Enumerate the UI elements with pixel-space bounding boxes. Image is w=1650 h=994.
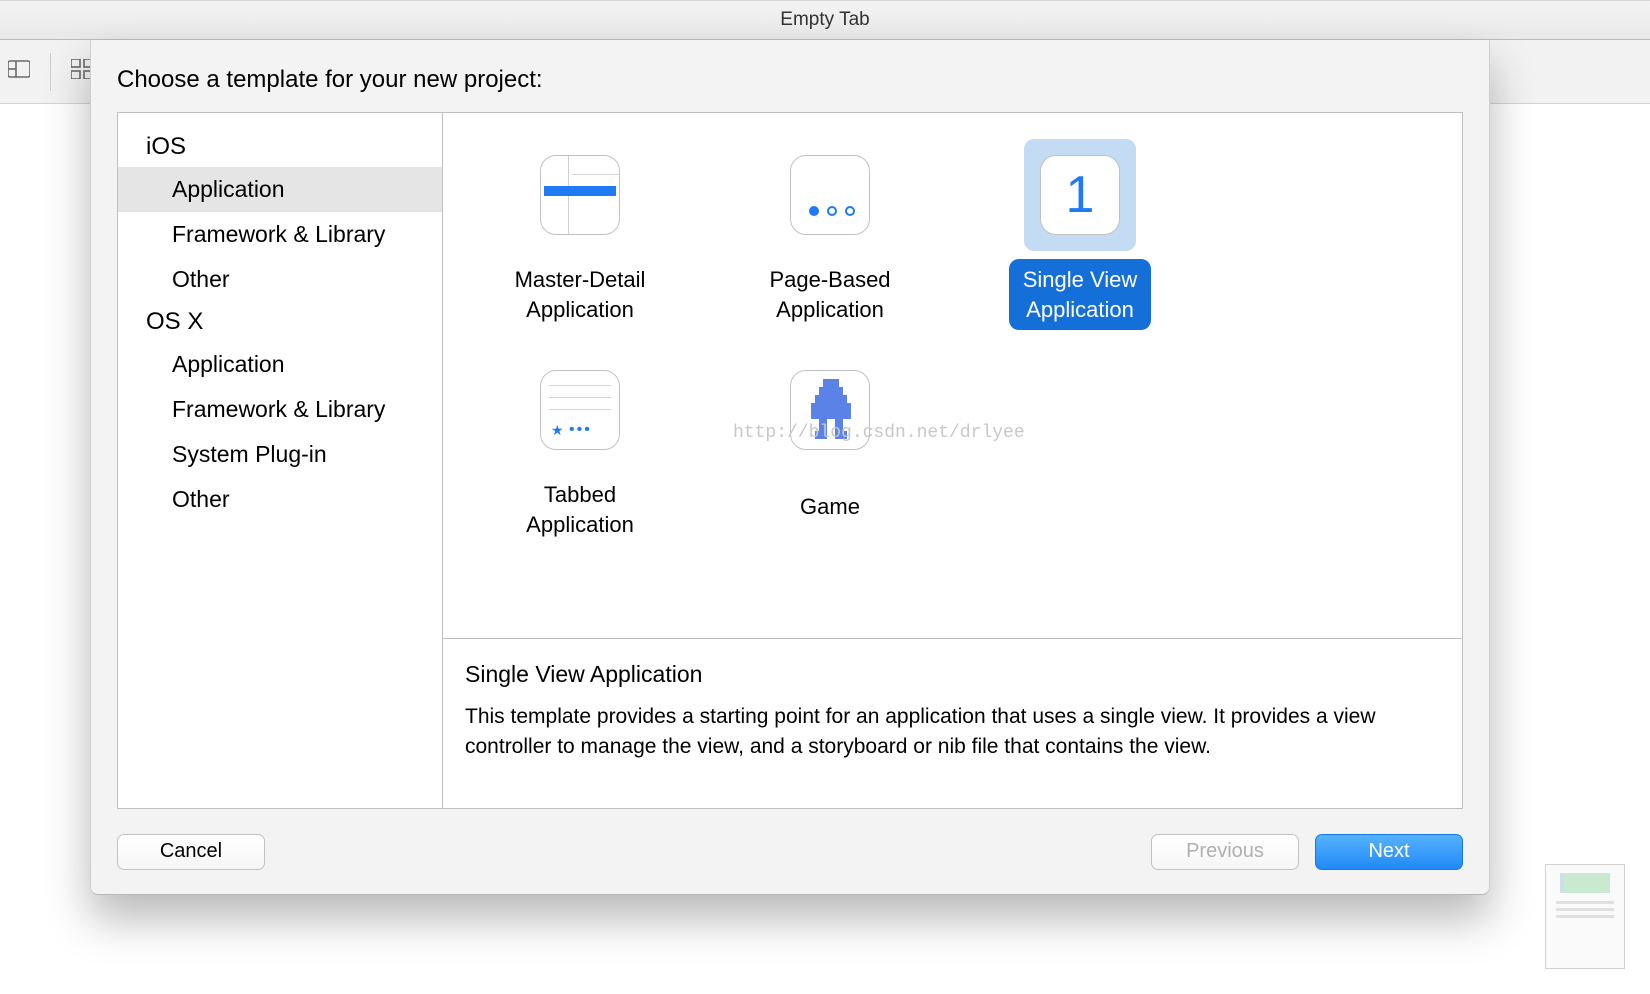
title-bar: Empty Tab xyxy=(0,0,1650,40)
template-single-view[interactable]: 1 Single ViewApplication xyxy=(965,139,1195,330)
template-label: Page-BasedApplication xyxy=(755,259,904,330)
template-description: Single View Application This template pr… xyxy=(443,638,1462,808)
template-page-based[interactable]: Page-BasedApplication xyxy=(715,139,945,330)
game-icon xyxy=(790,370,870,450)
tabbed-icon: ★••• xyxy=(540,370,620,450)
template-label: TabbedApplication xyxy=(512,474,648,545)
category-header-ios: iOS xyxy=(118,127,442,167)
template-master-detail[interactable]: Master-DetailApplication xyxy=(465,139,695,330)
window-title: Empty Tab xyxy=(780,9,869,31)
template-tabbed[interactable]: ★••• TabbedApplication xyxy=(465,354,695,545)
sidebar-item-osx-other[interactable]: Other xyxy=(118,477,442,522)
template-label: Single ViewApplication xyxy=(1009,259,1152,330)
master-detail-icon xyxy=(540,155,620,235)
new-project-sheet: Choose a template for your new project: … xyxy=(90,40,1490,895)
background-thumbnail xyxy=(1545,864,1625,969)
cancel-button[interactable]: Cancel xyxy=(117,834,265,870)
sidebar-item-osx-framework[interactable]: Framework & Library xyxy=(118,387,442,432)
panel-icon xyxy=(8,59,30,85)
template-icon-wrap: ★••• xyxy=(524,354,636,466)
description-body: This template provides a starting point … xyxy=(465,702,1440,763)
previous-button[interactable]: Previous xyxy=(1151,834,1299,870)
page-based-icon xyxy=(790,155,870,235)
sidebar-item-osx-application[interactable]: Application xyxy=(118,342,442,387)
template-icon-wrap xyxy=(524,139,636,251)
sidebar-item-ios-other[interactable]: Other xyxy=(118,257,442,302)
next-button[interactable]: Next xyxy=(1315,834,1463,870)
sidebar-item-ios-application[interactable]: Application xyxy=(118,167,442,212)
category-header-osx: OS X xyxy=(118,302,442,342)
description-title: Single View Application xyxy=(465,661,1440,688)
template-icon-wrap xyxy=(774,139,886,251)
template-icon-wrap: 1 xyxy=(1024,139,1136,251)
templates-grid: Master-DetailApplication Page-BasedAppli… xyxy=(443,113,1462,638)
template-panel: iOS Application Framework & Library Othe… xyxy=(117,112,1463,809)
sidebar-item-ios-framework[interactable]: Framework & Library xyxy=(118,212,442,257)
template-game[interactable]: Game xyxy=(715,354,945,545)
category-sidebar: iOS Application Framework & Library Othe… xyxy=(118,113,443,808)
divider xyxy=(50,53,51,91)
right-panel: Master-DetailApplication Page-BasedAppli… xyxy=(443,113,1462,808)
template-icon-wrap xyxy=(774,354,886,466)
sidebar-item-osx-system-plugin[interactable]: System Plug-in xyxy=(118,432,442,477)
sheet-heading: Choose a template for your new project: xyxy=(91,40,1489,112)
single-view-icon: 1 xyxy=(1040,155,1120,235)
template-label: Game xyxy=(786,474,874,538)
dialog-footer: Cancel Previous Next xyxy=(91,809,1489,894)
template-label: Master-DetailApplication xyxy=(501,259,660,330)
